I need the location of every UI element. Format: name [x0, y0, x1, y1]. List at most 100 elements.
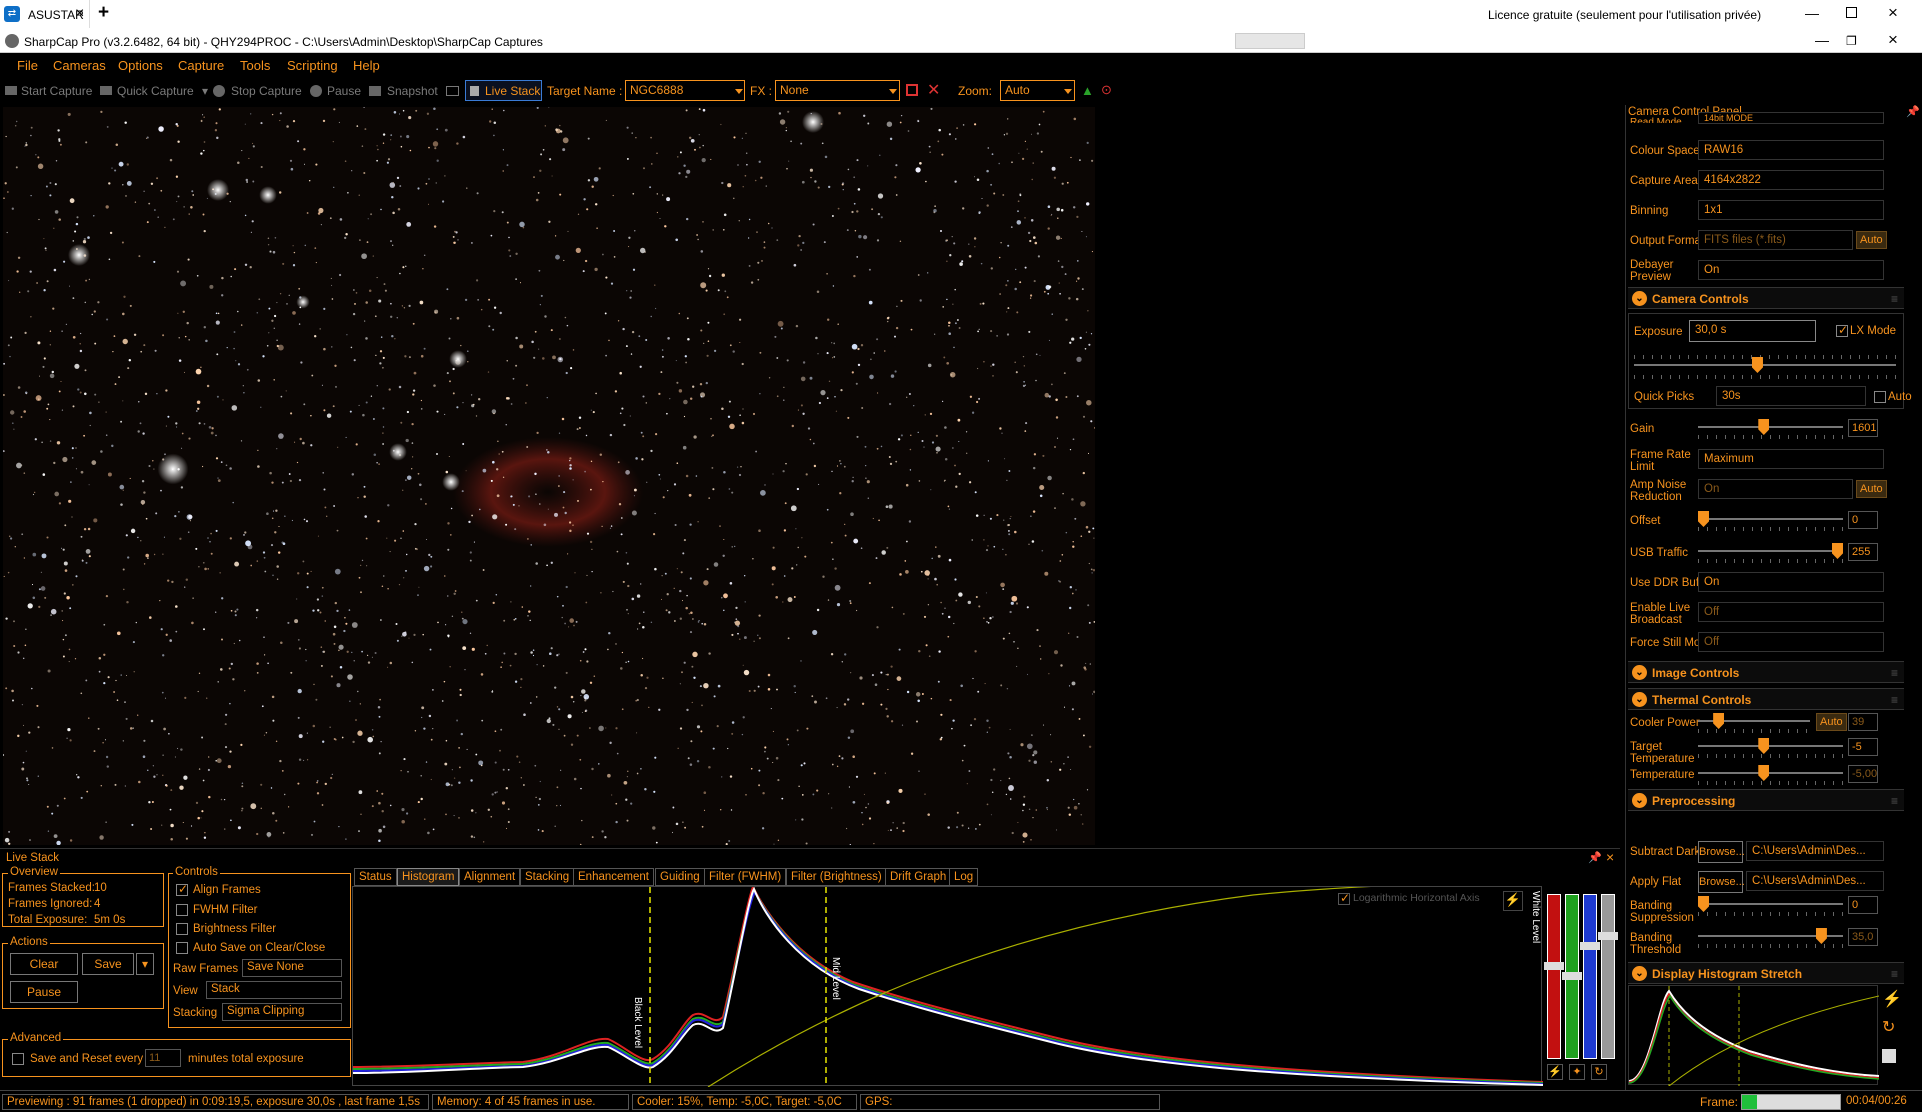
- blue-level-slider[interactable]: [1583, 894, 1597, 1059]
- apply-flat-browse-button[interactable]: Browse...: [1698, 871, 1745, 893]
- menu-file[interactable]: File: [17, 58, 38, 73]
- usb-slider-thumb[interactable]: [1832, 543, 1843, 559]
- live-stack-button[interactable]: Live Stack: [465, 80, 542, 101]
- auto-histogram-icon[interactable]: ⚡: [1503, 891, 1523, 911]
- lx-mode-checkbox[interactable]: [1836, 323, 1848, 337]
- camera-controls-header[interactable]: ⌄ Camera Controls ≡: [1628, 287, 1904, 309]
- section-menu-icon[interactable]: ≡: [1891, 693, 1898, 707]
- target-dropdown-icon[interactable]: [735, 89, 743, 94]
- tab-drift-graph[interactable]: Drift Graph: [885, 868, 952, 886]
- target-temp-slider-thumb[interactable]: [1758, 738, 1770, 754]
- tab-filter-brightness[interactable]: Filter (Brightness): [786, 868, 887, 886]
- section-menu-icon[interactable]: ≡: [1891, 666, 1898, 680]
- camera-image-view[interactable]: [3, 107, 1095, 845]
- log-axis-checkbox[interactable]: [1338, 891, 1350, 905]
- output-format-auto-button[interactable]: Auto: [1856, 231, 1887, 249]
- brightness-filter-checkbox[interactable]: [176, 923, 188, 935]
- live-stack-pin-icon[interactable]: 📌: [1588, 851, 1602, 864]
- offset-slider-thumb[interactable]: [1698, 511, 1709, 527]
- window-minimize-icon[interactable]: —: [1815, 32, 1829, 48]
- reset-stretch-icon[interactable]: ↻: [1882, 1017, 1895, 1037]
- tab-enhancement[interactable]: Enhancement: [573, 868, 654, 886]
- clear-roi-icon[interactable]: ✕: [927, 80, 940, 100]
- stop-capture-button[interactable]: Stop Capture: [231, 84, 302, 98]
- lum-level-slider[interactable]: [1601, 894, 1615, 1059]
- window-restore-icon[interactable]: ❐: [1846, 34, 1857, 48]
- pause-stack-button[interactable]: Pause: [10, 981, 78, 1003]
- autosave-checkbox[interactable]: [176, 942, 188, 954]
- section-menu-icon[interactable]: ≡: [1891, 967, 1898, 981]
- blue-slider-handle[interactable]: [1580, 942, 1600, 950]
- clear-button[interactable]: Clear: [10, 953, 78, 975]
- fwhm-filter-checkbox[interactable]: [176, 904, 188, 916]
- banding-threshold-slider-thumb[interactable]: [1815, 928, 1827, 944]
- close-window-icon[interactable]: ×: [1888, 3, 1898, 23]
- offset-value[interactable]: 0: [1848, 511, 1878, 529]
- target-temp-value[interactable]: -5: [1848, 738, 1878, 756]
- window-close-icon[interactable]: ×: [1888, 30, 1898, 50]
- debayer-select[interactable]: On: [1698, 260, 1884, 280]
- star-levels-icon[interactable]: ✦: [1569, 1064, 1585, 1080]
- cooler-slider-thumb[interactable]: [1713, 713, 1725, 729]
- start-capture-button[interactable]: Start Capture: [21, 84, 92, 98]
- raw-frames-select[interactable]: Save None: [242, 959, 342, 977]
- preprocessing-header[interactable]: ⌄ Preprocessing ≡: [1628, 789, 1904, 811]
- fx-select[interactable]: None: [775, 80, 900, 101]
- tab-guiding[interactable]: Guiding: [655, 868, 705, 886]
- banding-suppression-slider-thumb[interactable]: [1698, 896, 1709, 912]
- tab-status[interactable]: Status: [354, 868, 397, 886]
- save-dropdown-button[interactable]: ▾: [136, 953, 154, 975]
- pause-button[interactable]: Pause: [327, 84, 361, 98]
- gain-slider-track[interactable]: [1698, 426, 1843, 428]
- exposure-input[interactable]: 30,0 s: [1689, 320, 1816, 342]
- zoom-dropdown-icon[interactable]: [1064, 89, 1072, 94]
- display-histogram-graph[interactable]: [1628, 985, 1880, 1087]
- banding-suppression-slider-track[interactable]: [1698, 903, 1843, 905]
- menu-cameras[interactable]: Cameras: [53, 58, 106, 73]
- cooler-auto-button[interactable]: Auto: [1816, 713, 1847, 731]
- reset-levels-icon[interactable]: ↻: [1591, 1064, 1607, 1080]
- quick-capture-dropdown-icon[interactable]: ▾: [202, 84, 208, 98]
- usb-value[interactable]: 255: [1848, 543, 1878, 561]
- red-slider-handle[interactable]: [1544, 962, 1564, 970]
- gain-value[interactable]: 1601: [1848, 419, 1878, 437]
- subtract-dark-select[interactable]: C:\Users\Admin\Des...: [1746, 841, 1884, 861]
- read-mode-select[interactable]: 14bit MODE: [1698, 112, 1884, 124]
- colour-space-select[interactable]: RAW16: [1698, 140, 1884, 160]
- gain-slider-thumb[interactable]: [1758, 419, 1770, 435]
- close-tab-icon[interactable]: ×: [75, 5, 84, 23]
- banding-threshold-value[interactable]: 35,0: [1848, 928, 1878, 946]
- subtract-dark-browse-button[interactable]: Browse...: [1698, 841, 1745, 863]
- force-still-select[interactable]: Off: [1698, 632, 1884, 652]
- save-stretch-icon[interactable]: [1882, 1049, 1896, 1063]
- live-broadcast-select[interactable]: Off: [1698, 602, 1884, 622]
- histogram-icon[interactable]: ▲: [1081, 83, 1094, 98]
- tab-filter-fwhm[interactable]: Filter (FWHM): [704, 868, 787, 886]
- roi-icon[interactable]: [906, 84, 918, 96]
- add-tab-icon[interactable]: +: [98, 2, 109, 24]
- auto-stretch-icon[interactable]: ⚡: [1882, 989, 1902, 1009]
- fx-dropdown-icon[interactable]: [889, 89, 897, 94]
- usb-slider-track[interactable]: [1698, 550, 1843, 552]
- stacking-select[interactable]: Sigma Clipping: [222, 1003, 342, 1021]
- auto-levels-icon[interactable]: ⚡: [1547, 1064, 1563, 1080]
- menu-tools[interactable]: Tools: [240, 58, 270, 73]
- menu-help[interactable]: Help: [353, 58, 380, 73]
- save-button[interactable]: Save: [82, 953, 134, 975]
- lum-slider-handle[interactable]: [1598, 932, 1618, 940]
- binning-select[interactable]: 1x1: [1698, 200, 1884, 220]
- green-slider-handle[interactable]: [1562, 972, 1582, 980]
- menu-options[interactable]: Options: [118, 58, 163, 73]
- red-level-slider[interactable]: [1547, 894, 1561, 1059]
- histogram-view[interactable]: Black Level Mid Level Logarithmic Horizo…: [352, 880, 1544, 1088]
- section-menu-icon[interactable]: ≡: [1891, 794, 1898, 808]
- tab-histogram[interactable]: Histogram: [397, 868, 460, 886]
- amp-noise-auto-button[interactable]: Auto: [1856, 480, 1887, 498]
- tab-alignment[interactable]: Alignment: [459, 868, 521, 886]
- tab-log[interactable]: Log: [949, 868, 979, 886]
- align-frames-checkbox[interactable]: [176, 882, 188, 896]
- quick-picks-select[interactable]: 30s: [1716, 386, 1866, 406]
- remote-toolbar[interactable]: [1235, 33, 1305, 49]
- quick-capture-button[interactable]: Quick Capture: [117, 84, 194, 98]
- display-histogram-header[interactable]: ⌄ Display Histogram Stretch ≡: [1628, 962, 1904, 984]
